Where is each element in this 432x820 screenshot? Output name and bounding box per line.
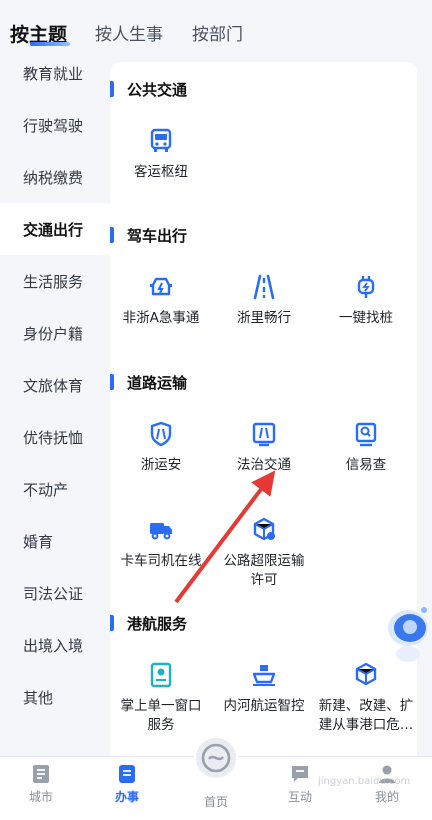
nav-services[interactable]: 办事 [97, 763, 157, 805]
sidebar-item-benefits[interactable]: 优待抚恤 [0, 411, 110, 463]
sidebar-item-notary[interactable]: 司法公证 [0, 567, 110, 619]
sidebar-item-education[interactable]: 教育就业 [0, 47, 110, 99]
sidebar-item-label: 行驶驾驶 [23, 116, 84, 135]
active-tab-underline [30, 42, 70, 46]
service-tile-truck-driver-online[interactable]: 卡车司机在线 [111, 517, 211, 571]
nav-label: 城市 [28, 790, 53, 804]
section-marker [110, 615, 114, 631]
sidebar-item-other[interactable]: 其他 [0, 671, 110, 723]
tile-label: 新建、改建、扩 建从事港口危… [318, 698, 414, 733]
sidebar-item-life-services[interactable]: 生活服务 [0, 255, 110, 307]
assistant-robot-icon[interactable] [384, 598, 432, 664]
nav-label: 办事 [114, 790, 139, 804]
category-sidebar: 教育就业 行驶驾驶 纳税缴费 交通出行 生活服务 身份户籍 文旅体育 优待抚恤 … [0, 56, 110, 756]
sidebar-item-driving[interactable]: 行驶驾驶 [0, 99, 110, 151]
service-tile-single-window[interactable]: 掌上单一窗口 服务 [111, 662, 211, 735]
cube-icon [355, 662, 377, 686]
service-tile-passenger-hub[interactable]: 客运枢纽 [111, 128, 211, 182]
chat-icon [292, 766, 308, 782]
service-tile-xinyicha[interactable]: 信易查 [316, 421, 416, 475]
section-marker [110, 227, 114, 243]
sidebar-item-identity[interactable]: 身份户籍 [0, 307, 110, 359]
truck-icon [150, 523, 172, 540]
section-marker [110, 374, 114, 390]
service-tile-non-zhejiang-urgent[interactable]: 非浙A急事通 [111, 274, 211, 328]
sidebar-item-label: 司法公证 [23, 584, 84, 603]
section-title-port-shipping: 港航服务 [127, 615, 188, 633]
home-button[interactable] [193, 735, 239, 781]
tile-label: 法治交通 [237, 457, 291, 473]
box-icon [253, 517, 275, 541]
sidebar-item-label: 生活服务 [23, 272, 84, 291]
charger-icon [357, 276, 375, 298]
service-tile-inland-shipping[interactable]: 内河航运智控 [214, 662, 314, 716]
tile-label: 卡车司机在线 [120, 553, 202, 569]
sidebar-item-label: 出境入境 [23, 636, 84, 655]
sidebar-item-label: 文旅体育 [23, 376, 84, 395]
section-title-road-transport: 道路运输 [127, 374, 188, 392]
car-alert-icon [150, 277, 172, 296]
sidebar-item-label: 教育就业 [23, 64, 84, 83]
sidebar-item-label: 交通出行 [23, 220, 84, 239]
ship-icon [252, 665, 276, 686]
section-title-driving: 驾车出行 [127, 227, 188, 245]
sidebar-item-label: 其他 [23, 688, 54, 707]
sidebar-item-marriage[interactable]: 婚育 [0, 515, 110, 567]
bottom-nav-bar: 城市 办事 首页 互动 我的 [0, 735, 432, 820]
sidebar-item-label: 纳税缴费 [23, 168, 84, 187]
sidebar-item-transport[interactable]: 交通出行 [0, 203, 110, 255]
watermark-text: jingyan.baidu.com [318, 776, 411, 787]
sidebar-item-label: 不动产 [23, 480, 69, 499]
tile-label: 信易查 [345, 457, 387, 473]
tile-label: 一键找桩 [339, 310, 393, 326]
service-tile-zheyunan[interactable]: 浙运安 [111, 421, 211, 475]
home-icon [201, 743, 231, 773]
service-tile-overlimit-permit[interactable]: 公路超限运输 许可 [214, 517, 314, 590]
tile-label: 掌上单一窗口 服务 [120, 698, 202, 733]
road-icon [253, 274, 275, 300]
sidebar-item-culture[interactable]: 文旅体育 [0, 359, 110, 411]
service-tile-zheli-changxing[interactable]: 浙里畅行 [214, 274, 314, 328]
tab-by-life-event[interactable]: 按人生事 [95, 20, 163, 45]
sidebar-item-label: 婚育 [23, 532, 54, 551]
sidebar-item-label: 身份户籍 [23, 324, 84, 343]
bus-icon [150, 128, 172, 152]
section-marker [110, 81, 114, 97]
tile-label: 公路超限运输 许可 [223, 553, 305, 588]
service-tile-legal-traffic[interactable]: 法治交通 [214, 421, 314, 475]
shield-icon [150, 421, 172, 447]
nav-home-label: 首页 [203, 795, 228, 809]
tile-label: 客运枢纽 [134, 164, 188, 180]
city-icon [33, 765, 49, 783]
tile-label: 非浙A急事通 [122, 310, 200, 326]
sidebar-item-real-estate[interactable]: 不动产 [0, 463, 110, 515]
tile-label: 浙里畅行 [237, 310, 291, 326]
nav-city[interactable]: 城市 [11, 763, 71, 805]
tile-label: 浙运安 [140, 457, 182, 473]
service-icon [119, 765, 135, 783]
nav-label: 我的 [374, 790, 399, 804]
tab-by-department[interactable]: 按部门 [192, 20, 243, 45]
section-title-public-transport: 公共交通 [127, 81, 188, 99]
service-tile-find-charger[interactable]: 一键找桩 [316, 274, 416, 328]
id-card-icon [150, 662, 172, 688]
search-doc-icon [355, 422, 377, 447]
service-tile-port-construction[interactable]: 新建、改建、扩 建从事港口危… [316, 662, 416, 735]
service-content-panel: 公共交通 客运枢纽 驾车出行 非浙A急事通 浙里畅行 一键找桩 道路运输 浙运安… [110, 62, 417, 756]
sidebar-item-tax[interactable]: 纳税缴费 [0, 151, 110, 203]
sidebar-item-label: 优待抚恤 [23, 428, 84, 447]
road-frame-icon [252, 422, 276, 447]
sidebar-item-immigration[interactable]: 出境入境 [0, 619, 110, 671]
nav-label: 互动 [287, 790, 312, 804]
tile-label: 内河航运智控 [223, 698, 305, 714]
